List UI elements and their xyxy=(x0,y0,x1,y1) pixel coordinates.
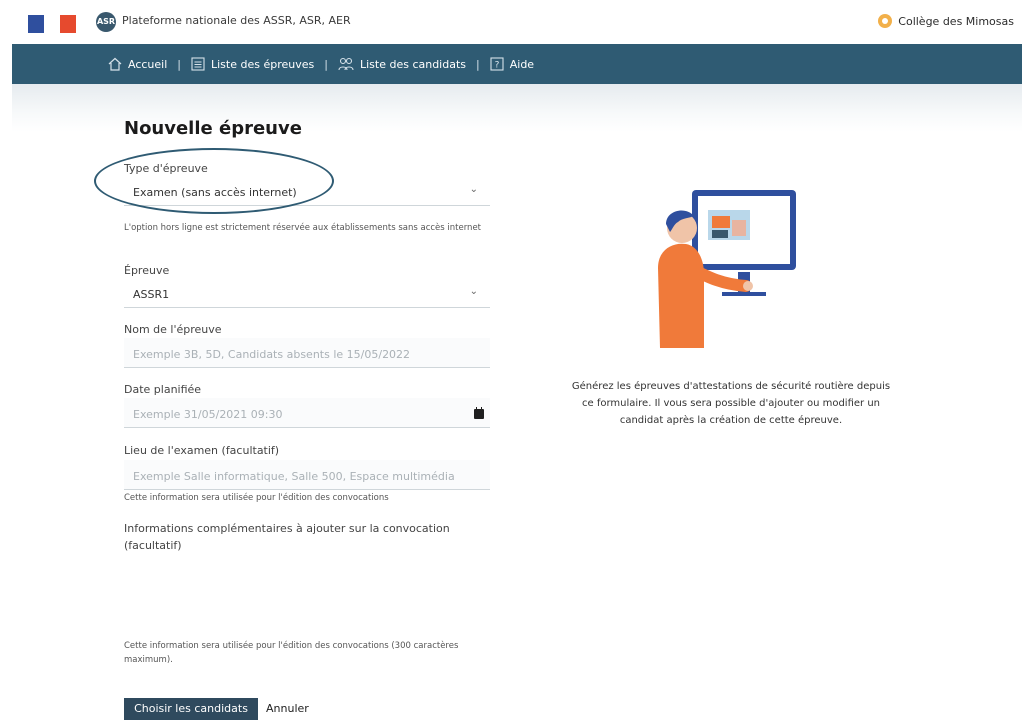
nav-separator: | xyxy=(177,57,181,71)
type-epreuve-value: Examen (sans accès internet) xyxy=(133,186,297,199)
nav-item-label: Liste des candidats xyxy=(359,57,467,71)
person-at-computer-illustration xyxy=(658,190,796,348)
school-name: Collège des Mimosas xyxy=(898,14,1014,28)
lieu-examen-input[interactable]: Exemple Salle informatique, Salle 500, E… xyxy=(124,460,490,490)
informations-hint: Cette information sera utilisée pour l'é… xyxy=(124,641,459,665)
nav-item-aide[interactable]: ? Aide xyxy=(490,57,534,71)
nom-epreuve-placeholder: Exemple 3B, 5D, Candidats absents le 15/… xyxy=(133,348,411,361)
type-epreuve-select[interactable]: Examen (sans accès internet) ⌄ xyxy=(124,176,490,206)
location-pin-icon xyxy=(878,14,893,28)
lieu-examen-label: Lieu de l'examen (facultatif) xyxy=(124,444,280,457)
home-icon xyxy=(108,57,122,71)
nav-item-label: Aide xyxy=(509,57,535,71)
epreuve-label: Épreuve xyxy=(124,264,170,277)
nom-epreuve-input[interactable]: Exemple 3B, 5D, Candidats absents le 15/… xyxy=(124,338,490,368)
top-header: ASR Plateforme nationale des ASSR, ASR, … xyxy=(0,0,1022,44)
epreuve-value: ASSR1 xyxy=(133,288,170,301)
nav-item-liste-candidats[interactable]: Liste des candidats xyxy=(338,57,466,71)
list-icon xyxy=(191,57,205,71)
nav-item-liste-epreuves[interactable]: Liste des épreuves xyxy=(191,57,314,71)
platform-logo-icon: ASR xyxy=(96,12,116,32)
republique-francaise-logo[interactable] xyxy=(28,15,76,33)
lieu-examen-hint: Cette information sera utilisée pour l'é… xyxy=(124,493,389,503)
nav-separator: | xyxy=(324,57,328,71)
informations-label: Informations complémentaires à ajouter s… xyxy=(124,522,450,552)
date-planifiee-label: Date planifiée xyxy=(124,383,202,396)
school-selector[interactable]: Collège des Mimosas xyxy=(878,14,1014,28)
type-epreuve-hint: L'option hors ligne est strictement rése… xyxy=(124,223,481,233)
choisir-candidats-button[interactable]: Choisir les candidats xyxy=(124,698,258,720)
date-planifiee-placeholder: Exemple 31/05/2021 09:30 xyxy=(133,408,283,421)
nom-epreuve-label: Nom de l'épreuve xyxy=(124,323,222,336)
type-epreuve-label: Type d'épreuve xyxy=(124,162,208,175)
illustration-caption: Générez les épreuves d'attestations de s… xyxy=(571,381,891,426)
lieu-examen-placeholder: Exemple Salle informatique, Salle 500, E… xyxy=(133,470,455,483)
nav-separator: | xyxy=(476,57,480,71)
epreuve-select[interactable]: ASSR1 ⌄ xyxy=(124,278,490,308)
nav-item-accueil[interactable]: Accueil xyxy=(108,57,167,71)
informations-textarea[interactable] xyxy=(124,556,490,628)
help-icon: ? xyxy=(490,57,504,71)
calendar-icon[interactable] xyxy=(474,407,484,419)
date-planifiee-input[interactable]: Exemple 31/05/2021 09:30 xyxy=(124,398,490,428)
annuler-button[interactable]: Annuler xyxy=(266,702,309,715)
page-title: Nouvelle épreuve xyxy=(124,118,302,139)
nav-item-label: Accueil xyxy=(128,57,168,71)
svg-text:?: ? xyxy=(494,61,499,71)
nav-item-label: Liste des épreuves xyxy=(211,57,315,71)
chevron-down-icon: ⌄ xyxy=(469,286,478,297)
main-navigation: Accueil | Liste des épreuves | Liste des… xyxy=(12,44,1022,84)
platform-name[interactable]: Plateforme nationale des ASSR, ASR, AER xyxy=(122,14,351,27)
users-icon xyxy=(338,57,354,71)
chevron-down-icon: ⌄ xyxy=(469,184,478,195)
